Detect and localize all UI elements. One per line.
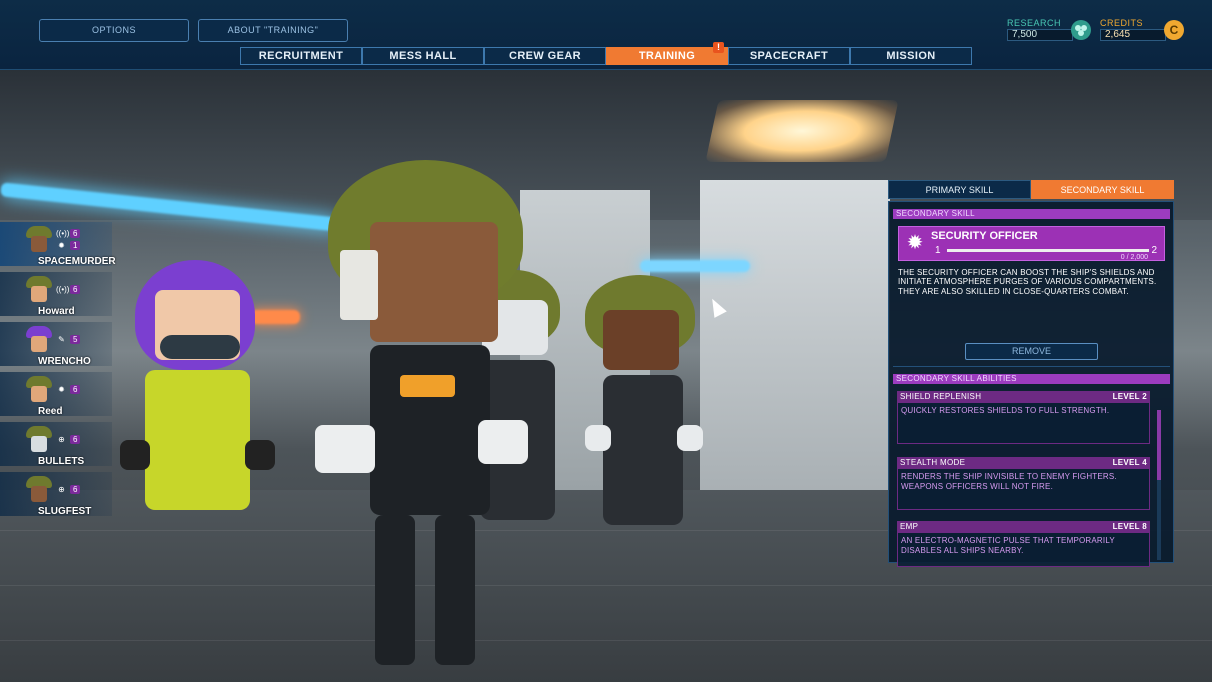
- ability-name: STEALTH MODE: [900, 458, 966, 467]
- tab-crew-gear[interactable]: CREW GEAR: [484, 47, 606, 65]
- skill-name: SECURITY OFFICER: [931, 230, 1038, 242]
- skill-card: ✹ SECURITY OFFICER 1 2 0 / 2,000: [898, 226, 1165, 261]
- ability-level: LEVEL 2: [1112, 392, 1147, 401]
- ability-description: AN ELECTRO-MAGNETIC PULSE THAT TEMPORARI…: [897, 533, 1150, 567]
- crew-name: Reed: [38, 406, 63, 417]
- crosshair-icon: ⊕: [58, 485, 65, 494]
- credits-counter: CREDITS 2,645: [1100, 18, 1166, 41]
- ability-item: STEALTH MODE LEVEL 4 RENDERS THE SHIP INV…: [897, 457, 1150, 510]
- about-training-button[interactable]: ABOUT "TRAINING": [198, 19, 348, 42]
- crew-name: Howard: [38, 306, 75, 317]
- gear-star-icon: ✹: [58, 385, 65, 394]
- skill-tabs: PRIMARY SKILL SECONDARY SKILL: [888, 180, 1174, 199]
- ability-name: EMP: [900, 522, 919, 531]
- crew-name: SPACEMURDER: [38, 256, 116, 267]
- research-label: RESEARCH: [1007, 18, 1062, 28]
- research-molecule-icon: [1071, 20, 1091, 40]
- research-value: 7,500: [1007, 29, 1073, 41]
- ability-description: QUICKLY RESTORES SHIELDS TO FULL STRENGT…: [897, 403, 1150, 444]
- ability-name: SHIELD REPLENISH: [900, 392, 982, 401]
- crew-name: WRENCHO: [38, 356, 91, 367]
- avatar: [25, 226, 53, 254]
- avatar: [25, 376, 53, 404]
- avatar: [25, 426, 53, 454]
- section-title: SECONDARY SKILL: [893, 209, 1170, 219]
- options-button[interactable]: OPTIONS: [39, 19, 189, 42]
- crew-name: SLUGFEST: [38, 506, 92, 517]
- tab-secondary-skill[interactable]: SECONDARY SKILL: [1031, 180, 1174, 199]
- crew-item-bullets[interactable]: ⊕ 6 BULLETS: [0, 422, 112, 467]
- gear-star-icon: ✹: [58, 241, 65, 250]
- signal-icon: ((•)): [56, 285, 70, 294]
- ability-item: EMP LEVEL 8 AN ELECTRO-MAGNETIC PULSE THA…: [897, 521, 1150, 567]
- tab-recruitment[interactable]: RECRUITMENT: [240, 47, 362, 65]
- skill-panel-body: SECONDARY SKILL ✹ SECURITY OFFICER 1 2 0…: [888, 201, 1174, 567]
- tab-spacecraft[interactable]: SPACECRAFT: [728, 47, 850, 65]
- gear-star-icon: ✹: [906, 232, 924, 254]
- avatar: [25, 476, 53, 504]
- tab-mess-hall[interactable]: MESS HALL: [362, 47, 484, 65]
- crosshair-icon: ⊕: [58, 435, 65, 444]
- avatar: [25, 276, 53, 304]
- main-tabs: RECRUITMENT MESS HALL CREW GEAR TRAINING…: [240, 47, 972, 65]
- neon-light: [640, 260, 750, 272]
- tab-training[interactable]: TRAINING: [606, 47, 728, 65]
- tab-mission[interactable]: MISSION: [850, 47, 972, 65]
- next-level: 2: [1151, 245, 1157, 256]
- crew-item-reed[interactable]: ✹ 6 Reed: [0, 372, 112, 417]
- current-level: 1: [935, 245, 941, 256]
- ability-item: SHIELD REPLENISH LEVEL 2 QUICKLY RESTORES…: [897, 391, 1150, 444]
- crew-item-slugfest[interactable]: ⊕ 6 SLUGFEST: [0, 472, 112, 517]
- abilities-scrollbar[interactable]: [1157, 410, 1161, 560]
- abilities-title: SECONDARY SKILL ABILITIES: [893, 374, 1170, 384]
- neon-light: [250, 310, 300, 324]
- crew-item-wrencho[interactable]: ✎ 5 WRENCHO: [0, 322, 112, 367]
- ability-level: LEVEL 8: [1112, 522, 1147, 531]
- skill-panel: PRIMARY SKILL SECONDARY SKILL SECONDARY …: [888, 180, 1174, 567]
- wall-panel: [700, 180, 890, 490]
- tab-primary-skill[interactable]: PRIMARY SKILL: [888, 180, 1031, 199]
- progress-text: 0 / 2,000: [1120, 254, 1148, 261]
- crew-item-spacemurder[interactable]: ((•)) 6 ✹ 1 SPACEMURDER: [0, 222, 116, 267]
- wrench-icon: ✎: [58, 335, 65, 344]
- skill-progress-bar: [947, 249, 1149, 252]
- top-navigation-bar: OPTIONS ABOUT "TRAINING" RECRUITMENT MES…: [0, 0, 1212, 70]
- credits-value: 2,645: [1100, 29, 1166, 41]
- research-counter: RESEARCH 7,500: [1007, 18, 1073, 41]
- crew-item-howard[interactable]: ((•)) 6 Howard: [0, 272, 112, 317]
- ability-level: LEVEL 4: [1112, 458, 1147, 467]
- credits-label: CREDITS: [1100, 18, 1144, 28]
- avatar: [25, 326, 53, 354]
- ability-description: RENDERS THE SHIP INVISIBLE TO ENEMY FIGH…: [897, 469, 1150, 510]
- signal-icon: ((•)): [56, 229, 70, 238]
- credits-coin-icon: C: [1164, 20, 1184, 40]
- crew-name: BULLETS: [38, 456, 85, 467]
- remove-skill-button[interactable]: REMOVE: [965, 343, 1098, 360]
- ceiling-light: [705, 100, 899, 162]
- training-alert-badge: !: [713, 42, 724, 53]
- skill-description: THE SECURITY OFFICER CAN BOOST THE SHIP'…: [898, 268, 1157, 296]
